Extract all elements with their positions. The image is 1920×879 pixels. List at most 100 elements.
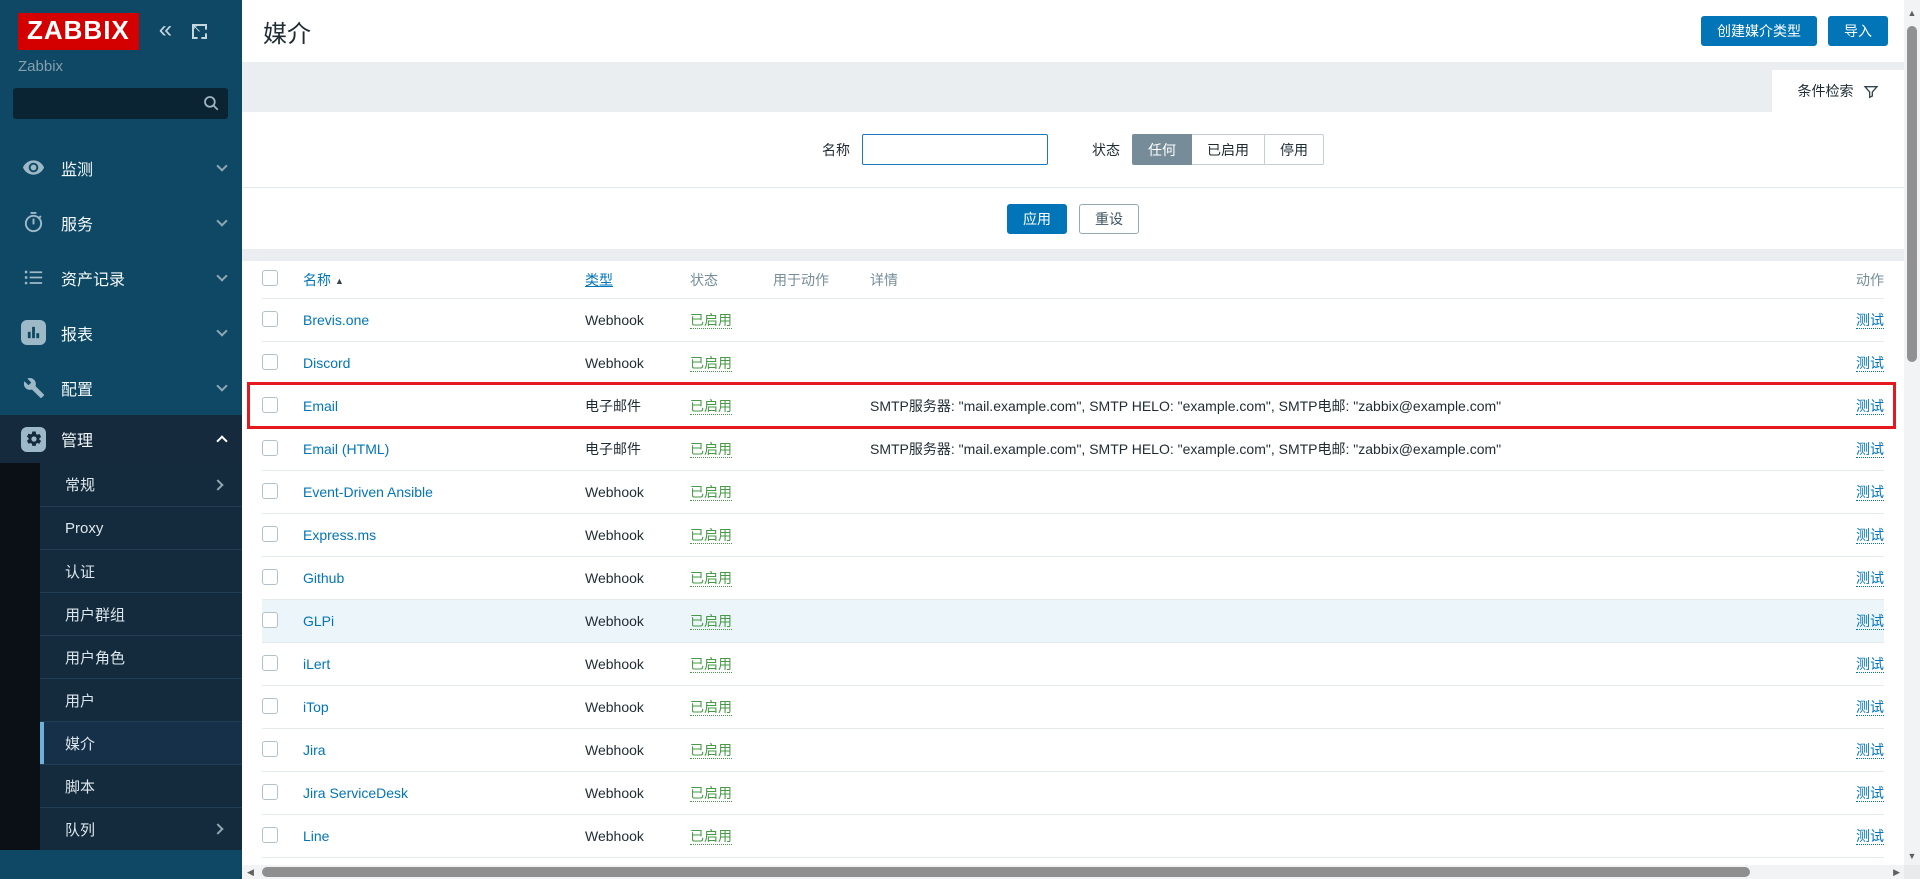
media-type-name-link[interactable]: Jira ServiceDesk: [303, 785, 408, 801]
row-checkbox[interactable]: [262, 655, 278, 671]
test-link[interactable]: 测试: [1856, 613, 1884, 630]
sidebar-item-user-roles[interactable]: 用户角色: [40, 635, 242, 678]
status-enabled-link[interactable]: 已启用: [690, 441, 732, 458]
media-type-kind: 电子邮件: [585, 396, 690, 416]
sidebar-item-queue[interactable]: 队列: [40, 807, 242, 850]
horizontal-scrollbar-thumb[interactable]: [262, 867, 1750, 877]
filter-buttons: 应用 重设: [242, 188, 1904, 249]
sidebar-item-monitoring[interactable]: 监测: [0, 140, 242, 195]
sidebar-item-users[interactable]: 用户: [40, 678, 242, 721]
media-type-name-link[interactable]: GLPi: [303, 613, 334, 629]
import-button[interactable]: 导入: [1828, 16, 1888, 46]
sidebar-item-general[interactable]: 常规: [40, 463, 242, 506]
media-type-name-link[interactable]: Line: [303, 828, 329, 844]
filter-tab[interactable]: 条件检索: [1772, 70, 1904, 112]
scroll-left-icon[interactable]: ◀: [247, 867, 254, 878]
sidebar-item-administration[interactable]: 管理: [0, 415, 242, 463]
media-type-name-link[interactable]: Jira: [303, 742, 326, 758]
sidebar-item-media-types[interactable]: 媒介: [40, 721, 242, 764]
row-checkbox[interactable]: [262, 698, 278, 714]
status-enabled-link[interactable]: 已启用: [690, 527, 732, 544]
name-filter-input[interactable]: [862, 134, 1048, 165]
test-link[interactable]: 测试: [1856, 742, 1884, 759]
sidebar-item-proxy[interactable]: Proxy: [40, 506, 242, 549]
media-type-name-link[interactable]: Express.ms: [303, 527, 376, 543]
create-media-type-button[interactable]: 创建媒介类型: [1701, 16, 1817, 46]
status-enabled-link[interactable]: 已启用: [690, 570, 732, 587]
test-link[interactable]: 测试: [1856, 441, 1884, 458]
status-enabled-link[interactable]: 已启用: [690, 785, 732, 802]
status-enabled-link[interactable]: 已启用: [690, 742, 732, 759]
test-link[interactable]: 测试: [1856, 312, 1884, 329]
row-checkbox[interactable]: [262, 741, 278, 757]
status-enabled-link[interactable]: 已启用: [690, 398, 732, 415]
vertical-scrollbar-thumb[interactable]: [1907, 26, 1917, 362]
test-link[interactable]: 测试: [1856, 699, 1884, 716]
test-link[interactable]: 测试: [1856, 656, 1884, 673]
status-option-disabled[interactable]: 停用: [1265, 134, 1324, 165]
row-checkbox-cell: [262, 784, 303, 803]
reset-button[interactable]: 重设: [1079, 204, 1139, 234]
status-enabled-link[interactable]: 已启用: [690, 699, 732, 716]
collapse-sidebar-icon[interactable]: «: [159, 18, 172, 42]
sidebar-item-configuration[interactable]: 配置: [0, 360, 242, 415]
status-option-any[interactable]: 任何: [1132, 134, 1192, 165]
row-checkbox[interactable]: [262, 569, 278, 585]
media-type-name-link[interactable]: Github: [303, 570, 344, 586]
select-all-checkbox[interactable]: [262, 270, 278, 286]
media-type-name-link[interactable]: Event-Driven Ansible: [303, 484, 433, 500]
test-link[interactable]: 测试: [1856, 484, 1884, 501]
test-link[interactable]: 测试: [1856, 828, 1884, 845]
type-sort-link[interactable]: 类型: [585, 272, 613, 288]
row-checkbox[interactable]: [262, 483, 278, 499]
row-checkbox[interactable]: [262, 526, 278, 542]
sidebar-item-user-groups[interactable]: 用户群组: [40, 592, 242, 635]
sidebar-search-input[interactable]: [13, 88, 228, 119]
apply-button[interactable]: 应用: [1007, 204, 1067, 234]
vertical-scrollbar[interactable]: ▲ ▼: [1904, 0, 1920, 879]
status-enabled-link[interactable]: 已启用: [690, 355, 732, 372]
row-checkbox[interactable]: [262, 827, 278, 843]
test-link[interactable]: 测试: [1856, 785, 1884, 802]
scroll-up-icon[interactable]: ▲: [1904, 8, 1920, 18]
column-header-action: 动作: [1828, 270, 1884, 290]
test-link[interactable]: 测试: [1856, 355, 1884, 372]
sidebar-item-authentication[interactable]: 认证: [40, 549, 242, 592]
sidebar-item-inventory[interactable]: 资产记录: [0, 250, 242, 305]
sidebar-item-label: 资产记录: [61, 266, 125, 290]
status-enabled-link[interactable]: 已启用: [690, 312, 732, 329]
media-type-name-link[interactable]: iTop: [303, 699, 329, 715]
sidebar-item-label: 队列: [65, 819, 95, 840]
sidebar-item-scripts[interactable]: 脚本: [40, 764, 242, 807]
media-type-name-link[interactable]: iLert: [303, 656, 330, 672]
status-enabled-link[interactable]: 已启用: [690, 828, 732, 845]
sidebar-item-services[interactable]: 服务: [0, 195, 242, 250]
status-enabled-link[interactable]: 已启用: [690, 656, 732, 673]
row-checkbox[interactable]: [262, 440, 278, 456]
row-checkbox[interactable]: [262, 311, 278, 327]
row-checkbox-cell: [262, 655, 303, 674]
status-option-enabled[interactable]: 已启用: [1192, 134, 1265, 165]
row-checkbox[interactable]: [262, 612, 278, 628]
test-link[interactable]: 测试: [1856, 570, 1884, 587]
sidebar-logo-row: ZABBIX « ↖: [0, 0, 242, 50]
row-checkbox[interactable]: [262, 397, 278, 413]
sidebar-item-reports[interactable]: 报表: [0, 305, 242, 360]
media-type-name-link[interactable]: Email: [303, 398, 338, 414]
scroll-right-icon[interactable]: ▶: [1893, 867, 1900, 878]
scroll-down-icon[interactable]: ▼: [1904, 851, 1920, 861]
status-enabled-link[interactable]: 已启用: [690, 484, 732, 501]
media-type-name-link[interactable]: Brevis.one: [303, 312, 369, 328]
status-enabled-link[interactable]: 已启用: [690, 613, 732, 630]
expand-sidebar-icon[interactable]: ↖: [192, 24, 207, 39]
name-sort-link[interactable]: 名称: [303, 272, 331, 288]
media-type-name-link[interactable]: Discord: [303, 355, 350, 371]
row-checkbox[interactable]: [262, 784, 278, 800]
horizontal-scrollbar[interactable]: ◀ ▶: [242, 865, 1904, 879]
row-checkbox[interactable]: [262, 354, 278, 370]
media-types-table: 名称▲ 类型 状态 用于动作 详情 动作 Brevis.oneWebhook已启…: [242, 261, 1904, 865]
column-header-used-in-actions: 用于动作: [773, 270, 870, 290]
test-link[interactable]: 测试: [1856, 398, 1884, 415]
test-link[interactable]: 测试: [1856, 527, 1884, 544]
media-type-name-link[interactable]: Email (HTML): [303, 441, 389, 457]
